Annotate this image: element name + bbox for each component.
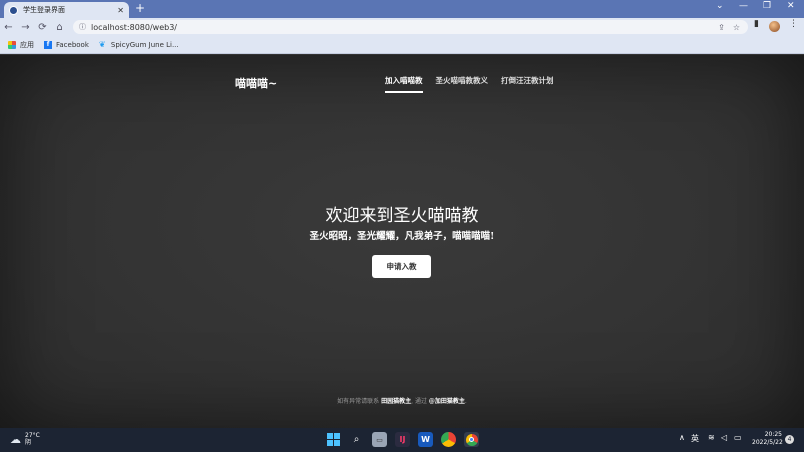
bird-icon: ❦ [98, 39, 106, 49]
globe-icon [9, 5, 18, 15]
minimize-button[interactable]: — [739, 1, 748, 11]
ime-indicator[interactable]: 英 [691, 433, 699, 444]
new-tab-button[interactable]: + [135, 1, 145, 15]
nav-plan[interactable]: 打倒汪汪教计划 [501, 75, 554, 93]
bookmark-star-icon[interactable]: ☆ [733, 23, 740, 32]
reload-icon[interactable]: ⟳ [34, 22, 51, 33]
search-icon[interactable]: ⌕ [349, 432, 364, 447]
bookmark-spicygum[interactable]: ❦ SpicyGum June Li... [98, 39, 179, 49]
browser-menu-icon[interactable]: ⋮ [789, 19, 798, 29]
bookmark-label: 应用 [20, 40, 34, 49]
intellij-icon[interactable]: IJ [395, 432, 410, 447]
site-nav: 加入喵喵教 圣火喵喵教教义 打倒汪汪教计划 [385, 75, 567, 93]
site-brand[interactable]: 喵喵喵~ [235, 75, 277, 91]
browser-tabbar: 学生登录界面 ✕ + ⌄ — ❐ ✕ [0, 0, 804, 18]
browser-tab[interactable]: 学生登录界面 ✕ [4, 2, 129, 18]
home-icon[interactable]: ⌂ [51, 22, 68, 33]
bookmark-facebook[interactable]: f Facebook [44, 40, 89, 49]
forward-icon[interactable]: → [17, 22, 34, 33]
restore-button[interactable]: ❐ [763, 1, 771, 11]
profile-avatar[interactable] [769, 21, 780, 32]
bookmark-label: SpicyGum June Li... [110, 40, 179, 49]
clock-time: 20:25 [764, 431, 782, 438]
speaker-icon[interactable]: ◁ [721, 433, 727, 442]
bookmark-apps[interactable]: 应用 [8, 40, 34, 50]
word-icon[interactable]: W [418, 432, 433, 447]
back-icon[interactable]: ← [0, 22, 17, 33]
footer-middle: , 通过 [411, 398, 427, 405]
page-viewport: 喵喵喵~ 加入喵喵教 圣火喵喵教教义 打倒汪汪教计划 欢迎来到圣火喵喵教 圣火昭… [0, 55, 804, 428]
taskbar-apps: ⌕ ▭ IJ W [326, 432, 487, 447]
windows-start-icon[interactable] [326, 432, 341, 447]
footer-suffix: . [464, 398, 467, 405]
page-footer: 如有异常请联系 田园猫教主, 通过 @加田猫教主. [0, 396, 804, 405]
weather-widget[interactable]: ☁ 27°C 阴 [10, 432, 40, 446]
apps-icon [8, 40, 16, 49]
nav-join[interactable]: 加入喵喵教 [385, 75, 423, 93]
url-text[interactable]: localhost:8080/web3/ [91, 23, 718, 32]
battery-icon[interactable]: ▭ [734, 433, 742, 442]
bookmarks-bar: 应用 f Facebook ❦ SpicyGum June Li... [0, 36, 804, 54]
tab-close-icon[interactable]: ✕ [117, 6, 124, 15]
facebook-icon: f [44, 40, 52, 49]
bookmark-label: Facebook [56, 40, 89, 49]
chrome-icon[interactable] [464, 432, 479, 447]
task-view-icon[interactable]: ▭ [372, 432, 387, 447]
side-panel-icon[interactable]: ▮ [754, 19, 759, 29]
clock-date: 2022/5/22 [752, 439, 783, 446]
chevron-up-icon[interactable]: ∧ [679, 433, 685, 442]
share-icon[interactable]: ⇪ [718, 23, 725, 32]
tab-title: 学生登录界面 [23, 6, 65, 14]
apply-button[interactable]: 申请入教 [372, 255, 431, 278]
weather-condition: 阴 [25, 439, 32, 446]
notification-badge[interactable]: 4 [785, 435, 794, 444]
system-clock[interactable]: 20:25 2022/5/22 [752, 431, 783, 447]
nav-doctrine[interactable]: 圣火喵喵教教义 [436, 75, 489, 93]
close-window-button[interactable]: ✕ [787, 1, 795, 11]
windows-taskbar: ☁ 27°C 阴 ⌕ ▭ IJ W ∧ 英 ≋ ◁ ▭ 20:25 2022/5… [0, 428, 804, 452]
site-info-icon[interactable]: ⓘ [79, 22, 86, 32]
footer-prefix: 如有异常请联系 [337, 398, 380, 405]
hero-subtitle: 圣火昭昭，圣光耀耀，凡我弟子，喵喵喵喵! [309, 231, 495, 242]
photos-icon[interactable] [441, 432, 456, 447]
hero-title: 欢迎来到圣火喵喵教 [325, 206, 479, 226]
footer-contact[interactable]: 田园猫教主 [381, 398, 411, 405]
temperature: 27°C [25, 432, 40, 439]
browser-toolbar: ← → ⟳ ⌂ ⓘ localhost:8080/web3/ ⇪ ☆ [0, 18, 804, 36]
cloud-icon: ☁ [10, 432, 21, 446]
wifi-icon[interactable]: ≋ [708, 433, 715, 442]
address-bar[interactable]: ⓘ localhost:8080/web3/ ⇪ ☆ [73, 20, 748, 34]
footer-handle[interactable]: @加田猫教主 [429, 398, 465, 405]
tab-search-icon[interactable]: ⌄ [716, 1, 724, 11]
